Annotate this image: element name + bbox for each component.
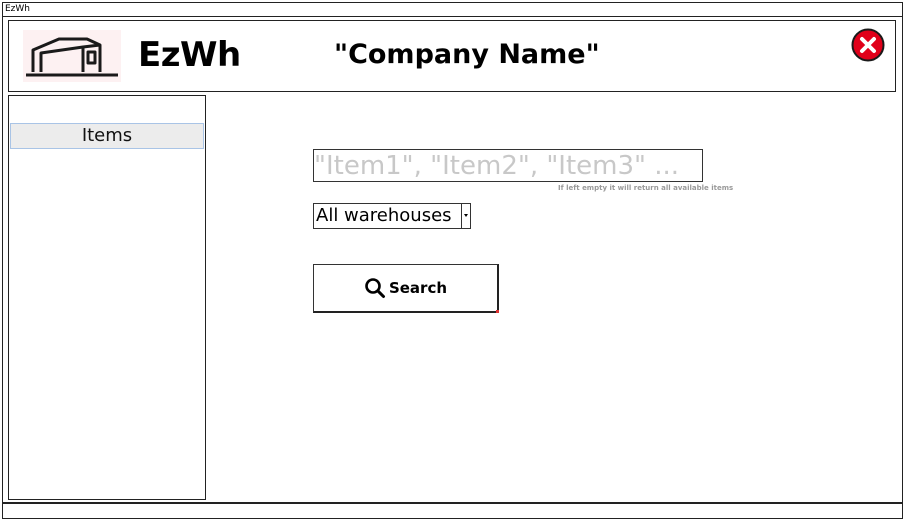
window-title-bar: EzWh (2, 2, 903, 17)
sidebar: Items (8, 95, 206, 500)
close-button[interactable] (851, 28, 885, 62)
status-bar (2, 503, 903, 519)
app-name: EzWh (138, 35, 241, 75)
company-name: "Company Name" (334, 39, 600, 70)
close-icon (851, 28, 885, 62)
search-button[interactable]: Search (313, 264, 499, 313)
sidebar-item-items[interactable]: Items (10, 123, 204, 149)
search-button-label: Search (388, 279, 448, 297)
search-hint: If left empty it will return all availab… (558, 184, 734, 192)
resize-handle (496, 310, 499, 313)
search-icon (365, 278, 385, 298)
chevron-down-icon (461, 204, 470, 228)
warehouse-select[interactable]: All warehouses (313, 203, 471, 229)
warehouse-icon (26, 37, 118, 77)
window-title: EzWh (5, 4, 31, 14)
warehouse-select-value: All warehouses (316, 205, 452, 226)
logo (23, 30, 121, 82)
search-input[interactable] (313, 149, 703, 182)
header: EzWh "Company Name" (8, 20, 896, 92)
sidebar-item-label: Items (81, 125, 133, 146)
